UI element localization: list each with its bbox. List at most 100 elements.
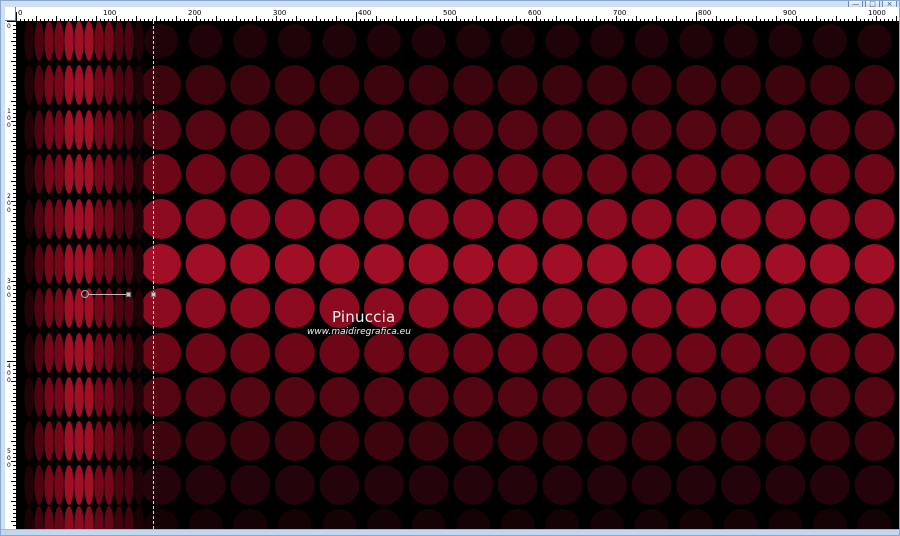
pattern-dot <box>810 154 850 194</box>
pattern-dot <box>364 288 404 328</box>
pattern-dot <box>854 333 895 373</box>
left-strip-dot <box>54 244 64 284</box>
left-strip-dot <box>124 110 134 150</box>
pattern-dot <box>411 24 446 58</box>
pattern-dot <box>497 465 538 505</box>
left-strip-dot <box>54 21 64 61</box>
pattern-dot <box>765 333 806 373</box>
left-strip-dot <box>134 154 144 194</box>
pattern-dot <box>676 377 717 417</box>
pattern-dot <box>277 24 312 58</box>
left-strip-dot <box>134 377 144 417</box>
left-strip-dot <box>94 65 104 105</box>
left-strip-dot <box>94 110 104 150</box>
pattern-dot <box>141 465 181 505</box>
left-strip-dot <box>54 110 64 150</box>
top-ruler[interactable]: 0 100 200 300 400 500 600 700 800 900 1000 <box>16 7 899 22</box>
left-strip-dot <box>44 244 54 284</box>
pattern-dot <box>676 421 717 461</box>
pattern-dot <box>542 421 583 461</box>
transform-square-icon[interactable] <box>151 292 156 297</box>
left-strip-dot <box>84 65 94 105</box>
pattern-dot <box>854 465 895 505</box>
left-strip-dot <box>44 154 54 194</box>
left-strip-dot <box>74 110 84 150</box>
pattern-dot <box>545 24 580 58</box>
pattern-dot <box>141 421 181 461</box>
pattern-dot <box>542 154 583 194</box>
left-strip-dot <box>124 377 134 417</box>
pattern-dot <box>634 24 669 58</box>
pattern-dot <box>319 244 360 284</box>
pattern-dot <box>765 465 806 505</box>
pattern-dot <box>497 333 538 373</box>
pattern-dot <box>500 24 535 58</box>
left-strip-dot <box>24 244 34 284</box>
pattern-dot <box>408 154 449 194</box>
left-strip-dot <box>104 333 114 373</box>
pattern-dot <box>453 65 494 105</box>
transform-square-icon[interactable] <box>126 292 131 297</box>
pattern-dot <box>631 333 672 373</box>
left-ruler-label: 2 <box>7 193 11 200</box>
pattern-dot <box>453 288 494 328</box>
left-strip-dot <box>34 244 44 284</box>
left-strip-dot <box>54 377 64 417</box>
left-strip-dot <box>84 199 94 239</box>
left-strip-dot <box>134 110 144 150</box>
left-strip-dot <box>74 244 84 284</box>
pattern-dot <box>453 421 494 461</box>
left-strip-dot <box>34 288 44 328</box>
target-handle-icon[interactable] <box>81 290 89 298</box>
left-strip-dot <box>24 110 34 150</box>
window-title <box>9 1 149 7</box>
left-strip-dot <box>64 465 74 505</box>
pattern-dot <box>631 244 672 284</box>
left-strip-dot <box>74 465 84 505</box>
pattern-dot <box>364 421 404 461</box>
pattern-dot <box>185 65 226 105</box>
top-ruler-label: 900 <box>783 9 796 17</box>
image-editor-window: — □ × 0 100 200 300 400 500 600 700 800 900 1000 0… <box>0 0 900 536</box>
pattern-dot <box>319 377 360 417</box>
pattern-dot <box>765 421 806 461</box>
pattern-dot <box>854 377 895 417</box>
pattern-dot <box>408 288 449 328</box>
pattern-dot <box>765 288 806 328</box>
left-strip-dot <box>24 288 34 328</box>
left-strip-dot <box>114 21 124 61</box>
pattern-dot <box>185 377 226 417</box>
pattern-dot <box>676 199 717 239</box>
pattern-dot <box>810 333 850 373</box>
left-strip-dot <box>44 110 54 150</box>
left-strip-dot <box>134 199 144 239</box>
left-strip-dot <box>94 21 104 61</box>
pattern-dot <box>497 377 538 417</box>
left-strip-dot <box>34 154 44 194</box>
pattern-dot <box>141 333 181 373</box>
left-ruler-scale: 0100200300400500 <box>7 21 16 530</box>
left-strip-dot <box>134 333 144 373</box>
pattern-dot <box>230 333 271 373</box>
top-ruler-label: 600 <box>528 9 541 17</box>
pattern-dot <box>319 333 360 373</box>
pattern-dot <box>185 421 226 461</box>
pattern-dot <box>497 421 538 461</box>
pattern-dot <box>185 465 226 505</box>
pattern-dot <box>854 110 895 150</box>
left-ruler-label: 0 <box>7 200 11 207</box>
top-ruler-label: 0 <box>18 9 22 17</box>
pattern-dot <box>676 288 717 328</box>
left-strip-dot <box>24 65 34 105</box>
left-strip-dot <box>44 377 54 417</box>
left-strip-dot <box>94 333 104 373</box>
pattern-dot <box>364 65 404 105</box>
pattern-dot <box>542 377 583 417</box>
pattern-dot <box>453 333 494 373</box>
left-ruler-label: 0 <box>7 207 11 214</box>
canvas[interactable]: Pinuccia www.maidiregrafica.eu <box>16 21 899 531</box>
pattern-dot <box>854 288 895 328</box>
left-strip-dot <box>114 465 124 505</box>
left-strip-dot <box>74 65 84 105</box>
pattern-dot <box>408 244 449 284</box>
